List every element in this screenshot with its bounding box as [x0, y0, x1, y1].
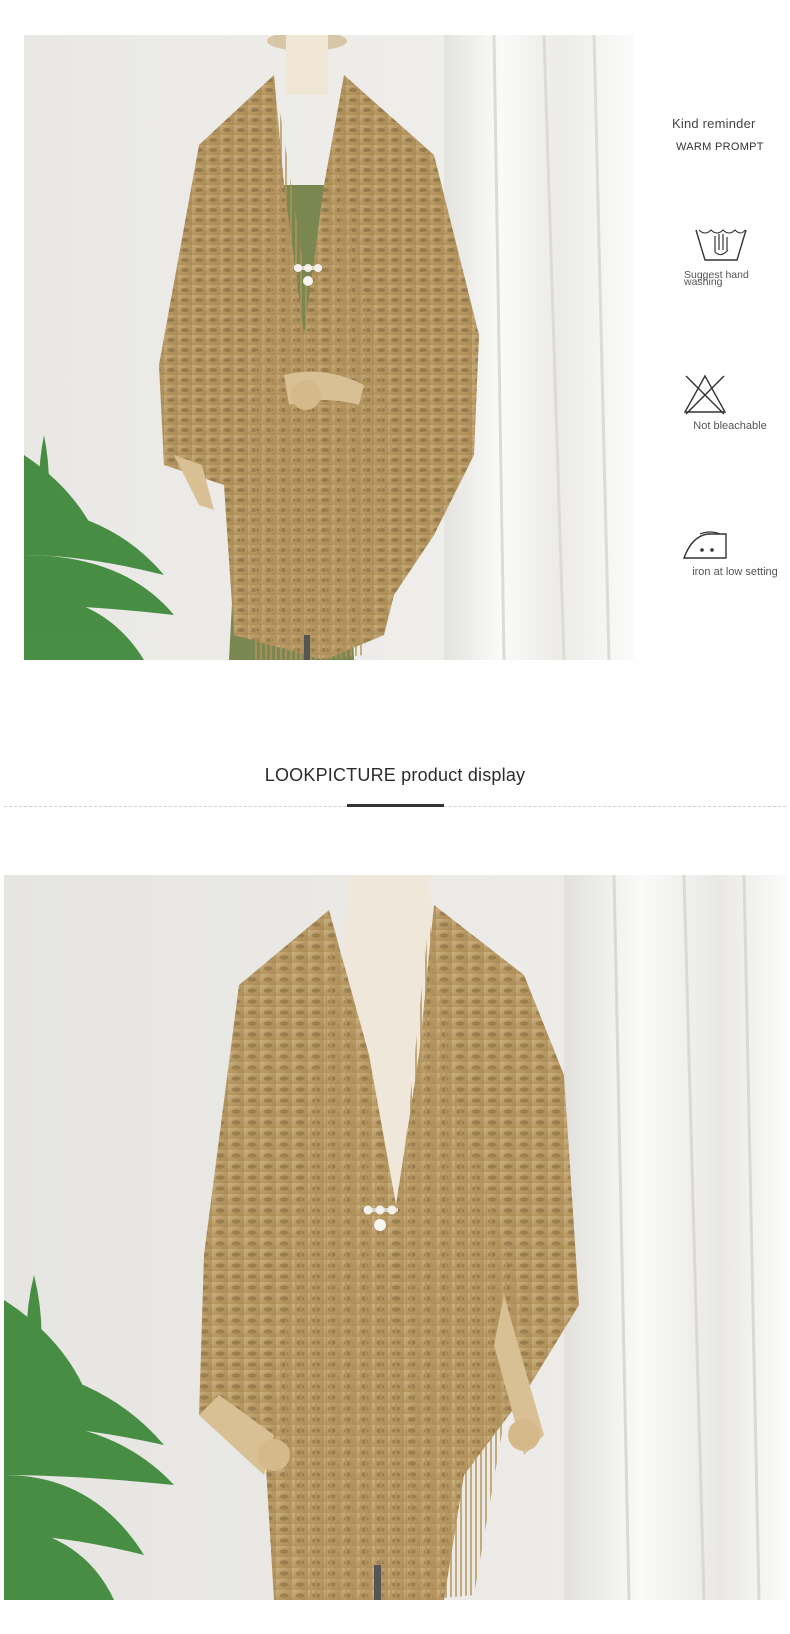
care-subtitle: WARM PROMPT	[676, 141, 764, 153]
care-item-hand-wash: Suggest hand washing	[680, 226, 762, 288]
gold-fringe-shawl-image	[24, 35, 634, 660]
iron-low-icon	[683, 531, 727, 559]
product-photo-main	[24, 35, 634, 660]
product-photo-display	[4, 875, 786, 1600]
section-divider-accent	[347, 804, 444, 807]
hand-wash-icon	[695, 229, 747, 261]
care-label-no-bleach: Not bleachable	[693, 420, 767, 432]
care-label-iron-low: iron at low setting	[692, 566, 778, 578]
gold-fringe-shawl-front-image	[4, 875, 786, 1600]
care-title: Kind reminder	[672, 116, 756, 131]
no-bleach-icon	[683, 374, 727, 415]
section-heading: LOOKPICTURE product display	[264, 765, 526, 785]
care-label-hand-wash: Suggest hand washing	[684, 269, 749, 288]
care-item-iron-low: iron at low setting	[680, 528, 790, 578]
care-item-no-bleach: Not bleachable	[680, 372, 780, 432]
